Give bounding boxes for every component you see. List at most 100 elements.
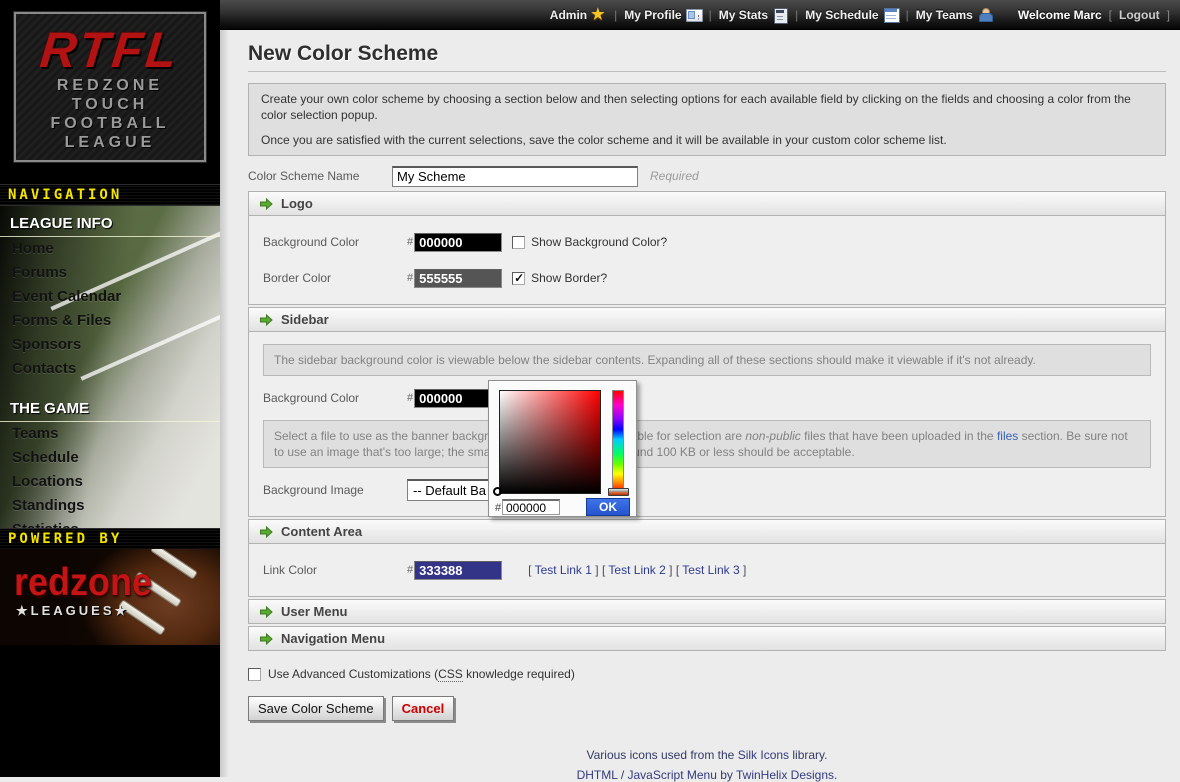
link-color-row: Link Color # [ Test Link 1 ] [ Test Link… bbox=[263, 556, 1151, 584]
intro-paragraph-1: Create your own color scheme by choosing… bbox=[261, 91, 1153, 123]
sidebar-item-home[interactable]: Home bbox=[0, 237, 220, 261]
show-border-label: Show Border? bbox=[531, 271, 607, 285]
save-color-scheme-button[interactable]: Save Color Scheme bbox=[248, 696, 384, 721]
hue-slider[interactable] bbox=[612, 390, 624, 493]
picker-hex-input[interactable] bbox=[502, 499, 560, 515]
menu-admin[interactable]: Admin bbox=[550, 7, 607, 23]
logo-border-color-label: Border Color bbox=[263, 271, 407, 285]
league-logo-line: LEAGUE bbox=[16, 133, 204, 152]
redzone-wordmark: redzone bbox=[14, 564, 152, 601]
green-arrow-icon bbox=[259, 197, 273, 211]
cancel-button[interactable]: Cancel bbox=[392, 696, 455, 721]
banner-image-note: Select a file to use as the banner backg… bbox=[263, 420, 1151, 468]
menu-my-schedule[interactable]: My Schedule bbox=[805, 7, 898, 23]
picker-ok-button[interactable]: OK bbox=[586, 498, 630, 516]
green-arrow-icon bbox=[259, 605, 273, 619]
sidebar-item-statistics[interactable]: Statistics bbox=[0, 518, 220, 528]
page-title: New Color Scheme bbox=[248, 42, 1166, 66]
section-sidebar-title: Sidebar bbox=[281, 312, 329, 327]
test-link-2[interactable]: Test Link 2 bbox=[608, 563, 665, 577]
test-link-1[interactable]: Test Link 1 bbox=[535, 563, 592, 577]
link-color-input[interactable] bbox=[414, 561, 502, 580]
menu-separator: | bbox=[614, 8, 617, 22]
nav-section-the-game: THE GAME bbox=[0, 391, 220, 422]
menu-my-stats[interactable]: My Stats bbox=[719, 7, 788, 23]
sidebar-item-standings[interactable]: Standings bbox=[0, 494, 220, 518]
sidebar-item-sponsors[interactable]: Sponsors bbox=[0, 333, 220, 357]
color-cursor-icon[interactable] bbox=[493, 487, 502, 496]
menu-my-profile[interactable]: My Profile bbox=[624, 7, 701, 23]
sidebar-bg-color-row: Background Color # bbox=[263, 384, 1151, 412]
scheme-name-input[interactable] bbox=[392, 166, 638, 187]
menu-separator: | bbox=[709, 8, 712, 22]
sidebar-item-event-calendar[interactable]: Event Calendar bbox=[0, 285, 220, 309]
show-bg-color-checkbox[interactable] bbox=[512, 236, 525, 249]
section-user-menu-header[interactable]: User Menu bbox=[248, 599, 1166, 624]
calculator-icon bbox=[772, 7, 788, 23]
section-logo-body: Background Color # Show Background Color… bbox=[248, 216, 1166, 305]
twinhelix-designs-link[interactable]: TwinHelix Designs bbox=[736, 768, 834, 782]
sidebar-item-forums[interactable]: Forums bbox=[0, 261, 220, 285]
logout-bracket: [ bbox=[1109, 8, 1112, 22]
show-border-checkbox[interactable] bbox=[512, 272, 525, 285]
league-logo: RTFL REDZONE TOUCH FOOTBALL LEAGUE bbox=[14, 12, 206, 162]
star-icon bbox=[591, 7, 607, 23]
sidebar-item-schedule[interactable]: Schedule bbox=[0, 446, 220, 470]
football-lace bbox=[150, 549, 198, 580]
sidebar-bg-image-label: Background Image bbox=[263, 483, 407, 497]
footer-credits-menu: DHTML / JavaScript Menu by TwinHelix Des… bbox=[248, 768, 1166, 782]
hash-prefix: # bbox=[407, 236, 413, 248]
sidebar-item-forms-files[interactable]: Forms & Files bbox=[0, 309, 220, 333]
nav-section-league-info: LEAGUE INFO bbox=[0, 206, 220, 237]
powered-by-header: POWERED BY bbox=[0, 528, 220, 550]
sidebar-bg-note: The sidebar background color is viewable… bbox=[263, 344, 1151, 376]
footer-text: library. bbox=[789, 748, 827, 762]
advanced-label-text: knowledge required) bbox=[463, 667, 575, 681]
section-sidebar-body: The sidebar background color is viewable… bbox=[248, 332, 1166, 517]
logo-bg-color-input[interactable] bbox=[414, 233, 502, 252]
saturation-value-square[interactable] bbox=[499, 390, 601, 494]
menu-separator: | bbox=[906, 8, 909, 22]
footer-text: by bbox=[717, 768, 736, 782]
section-logo: Logo Background Color # Show Background … bbox=[248, 191, 1166, 305]
files-link[interactable]: files bbox=[997, 429, 1018, 443]
menu-separator: | bbox=[795, 8, 798, 22]
bracket: ] bbox=[740, 563, 747, 577]
intro-paragraph-2: Once you are satisfied with the current … bbox=[261, 132, 1153, 148]
sidebar-item-locations[interactable]: Locations bbox=[0, 470, 220, 494]
section-navigation-menu: Navigation Menu bbox=[248, 626, 1166, 651]
javascript-menu-link[interactable]: JavaScript Menu bbox=[628, 768, 717, 782]
intro-infobox: Create your own color scheme by choosing… bbox=[248, 83, 1166, 156]
main-content: New Color Scheme Create your own color s… bbox=[220, 30, 1180, 777]
scheme-name-label: Color Scheme Name bbox=[248, 169, 392, 183]
section-sidebar-header[interactable]: Sidebar bbox=[248, 307, 1166, 332]
green-arrow-icon bbox=[259, 525, 273, 539]
section-navigation-menu-title: Navigation Menu bbox=[281, 631, 385, 646]
league-logo-line: FOOTBALL bbox=[16, 114, 204, 133]
logout-link[interactable]: Logout bbox=[1119, 8, 1160, 22]
logout-bracket: ] bbox=[1167, 8, 1170, 22]
advanced-customizations-checkbox[interactable] bbox=[248, 668, 261, 681]
section-logo-header[interactable]: Logo bbox=[248, 191, 1166, 216]
sidebar-field-background: LEAGUE INFO Home Forums Event Calendar F… bbox=[0, 206, 220, 528]
hue-slider-handle[interactable] bbox=[608, 488, 629, 496]
logo-border-color-input[interactable] bbox=[414, 269, 502, 288]
test-link-3[interactable]: Test Link 3 bbox=[682, 563, 739, 577]
color-picker-popup: # OK bbox=[488, 380, 637, 517]
section-content-area: Content Area Link Color # [ Test Link 1 … bbox=[248, 519, 1166, 597]
sidebar: RTFL REDZONE TOUCH FOOTBALL LEAGUE NAVIG… bbox=[0, 0, 220, 777]
section-navigation-menu-header[interactable]: Navigation Menu bbox=[248, 626, 1166, 651]
scheme-name-row: Color Scheme Name Required bbox=[248, 163, 1166, 189]
dhtml-link[interactable]: DHTML bbox=[577, 768, 618, 782]
sidebar-item-teams[interactable]: Teams bbox=[0, 422, 220, 446]
logo-bg-color-label: Background Color bbox=[263, 235, 407, 249]
menu-my-teams[interactable]: My Teams bbox=[916, 7, 993, 23]
silk-icons-link[interactable]: Silk Icons bbox=[738, 748, 789, 762]
menu-my-teams-label: My Teams bbox=[916, 8, 973, 22]
banner-note-text: files that have been uploaded in the bbox=[801, 429, 997, 443]
section-content-area-header[interactable]: Content Area bbox=[248, 519, 1166, 544]
league-logo-line: TOUCH bbox=[16, 95, 204, 114]
section-sidebar: Sidebar The sidebar background color is … bbox=[248, 307, 1166, 517]
required-note: Required bbox=[650, 169, 699, 183]
sidebar-item-contacts[interactable]: Contacts bbox=[0, 357, 220, 381]
